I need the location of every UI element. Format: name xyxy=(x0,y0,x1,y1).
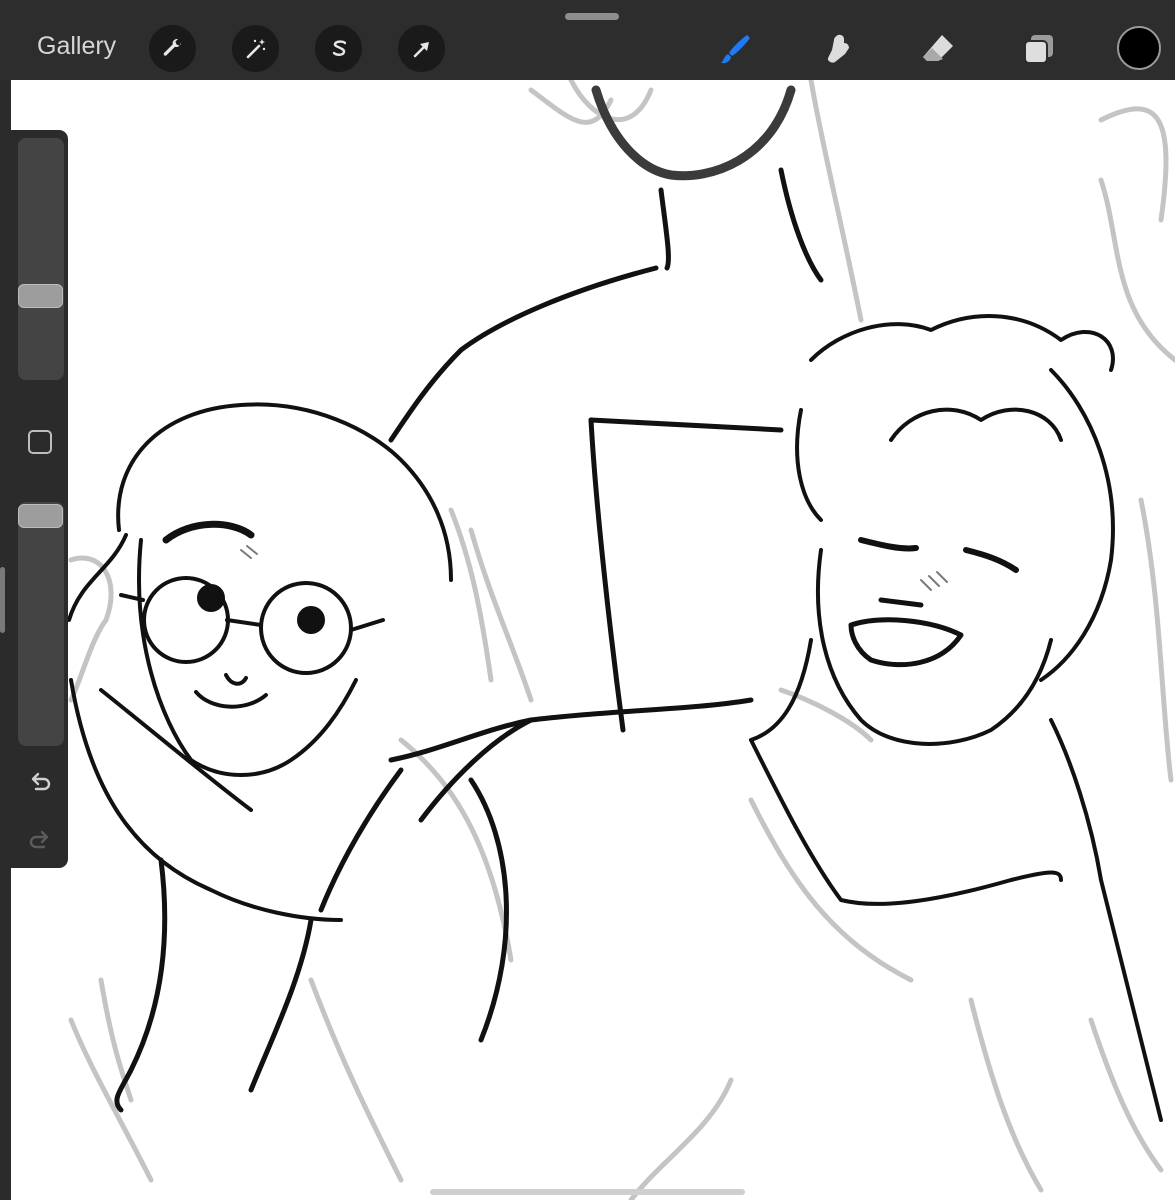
home-indicator xyxy=(430,1189,745,1195)
brush-size-thumb[interactable] xyxy=(18,284,63,308)
magic-wand-icon xyxy=(246,38,265,58)
eraser-icon xyxy=(923,35,953,61)
smudge-icon xyxy=(827,34,849,63)
wrench-icon xyxy=(163,38,181,56)
eraser-tool[interactable] xyxy=(916,27,960,71)
transform-button[interactable] xyxy=(398,25,445,72)
redo-icon xyxy=(29,830,49,849)
redo-button[interactable] xyxy=(24,824,56,856)
adjustments-button[interactable] xyxy=(232,25,279,72)
gallery-button[interactable]: Gallery xyxy=(37,32,116,61)
selection-button[interactable] xyxy=(315,25,362,72)
opacity-thumb[interactable] xyxy=(18,504,63,528)
brush-tool[interactable] xyxy=(713,27,757,71)
color-picker[interactable] xyxy=(1117,26,1161,70)
top-toolbar: Gallery xyxy=(0,0,1175,80)
brush-icon xyxy=(721,35,750,64)
layers-icon xyxy=(1024,35,1053,64)
selection-s-icon xyxy=(332,39,346,56)
layers-button[interactable] xyxy=(1017,27,1061,71)
opacity-slider[interactable] xyxy=(18,502,64,746)
modify-button[interactable] xyxy=(28,430,52,454)
brush-sidebar xyxy=(11,130,68,868)
arrow-cursor-icon xyxy=(413,41,429,57)
sketch-artwork xyxy=(67,80,1175,1200)
sidebar-edge-handle[interactable] xyxy=(0,567,5,633)
multitasking-grabber[interactable] xyxy=(565,13,619,20)
undo-button[interactable] xyxy=(24,766,56,798)
smudge-tool[interactable] xyxy=(815,27,859,71)
brush-size-slider[interactable] xyxy=(18,138,64,380)
drawing-canvas[interactable] xyxy=(11,80,1175,1200)
undo-icon xyxy=(31,772,51,791)
actions-button[interactable] xyxy=(149,25,196,72)
